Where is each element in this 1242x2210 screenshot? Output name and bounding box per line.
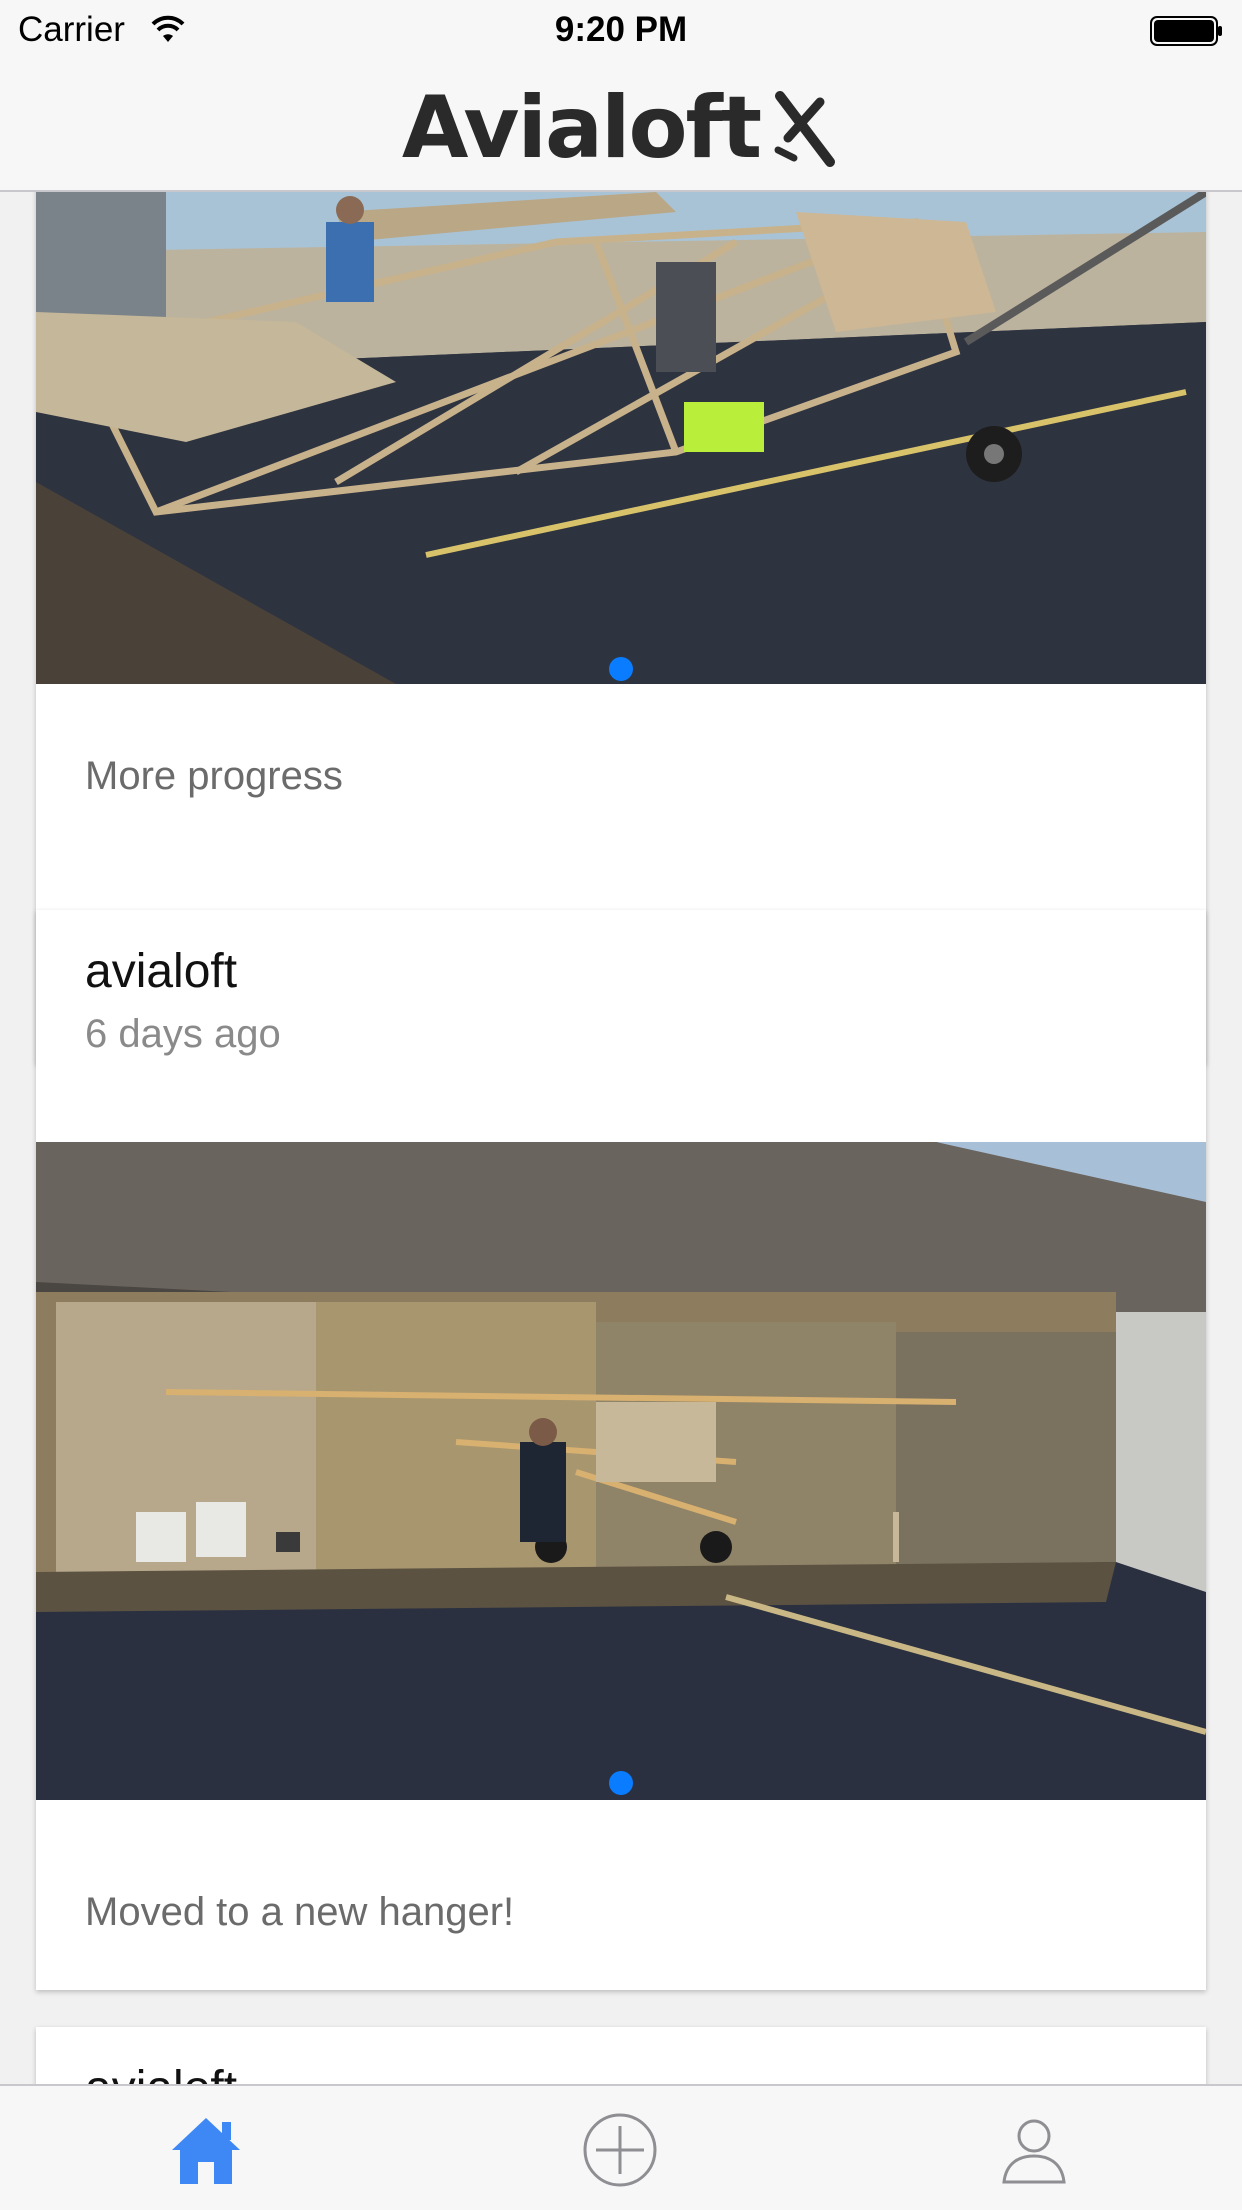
status-bar: Carrier 9:20 PM <box>0 0 1242 62</box>
tab-bar <box>0 2084 1242 2210</box>
post-photo[interactable] <box>36 1142 1206 1800</box>
post-timestamp: 6 days ago <box>85 1012 281 1056</box>
post-caption: More progress <box>85 754 343 798</box>
post-author[interactable]: avialoft <box>85 944 237 999</box>
post-photo[interactable] <box>36 192 1206 684</box>
add-circle-icon[interactable] <box>582 2112 658 2188</box>
post-author[interactable]: avialoft <box>85 2061 237 2084</box>
home-icon[interactable] <box>168 2112 244 2188</box>
logo-text: Avialoft <box>401 78 762 178</box>
battery-icon <box>1150 16 1222 46</box>
clock: 9:20 PM <box>554 10 688 49</box>
app-logo: Avialoft <box>0 78 1242 178</box>
photo-hangar <box>36 1142 1206 1800</box>
post-card[interactable]: avialoft <box>36 2027 1206 2084</box>
page-indicator-dot <box>609 1771 633 1795</box>
photo-aircraft-frame <box>36 192 1206 684</box>
post-caption: Moved to a new hanger! <box>85 1890 515 1934</box>
profile-icon[interactable] <box>996 2112 1072 2188</box>
post-card[interactable]: avialoft 6 days ago Moved to a new hange… <box>36 910 1206 1990</box>
feed[interactable]: More progress avialoft 6 days ago Moved … <box>0 192 1242 2084</box>
page-indicator-dot <box>609 657 633 681</box>
nav-bar: Avialoft <box>0 62 1242 192</box>
airplane-icon <box>774 91 836 167</box>
